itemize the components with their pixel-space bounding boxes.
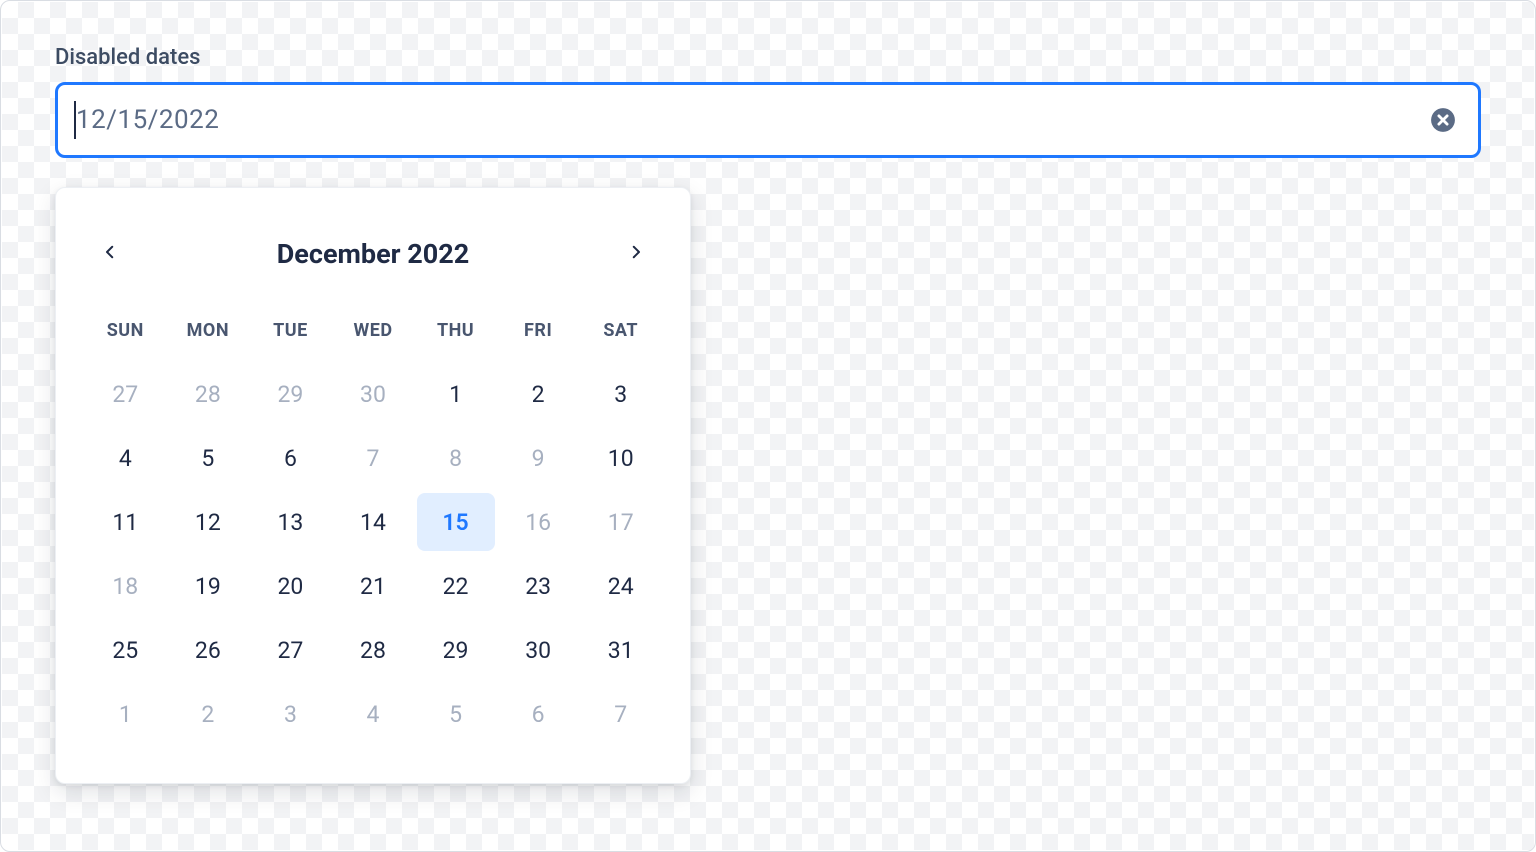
calendar-day[interactable]: 15	[417, 493, 495, 551]
calendar-day[interactable]: 4	[334, 685, 412, 743]
calendar-dow: MON	[167, 308, 250, 359]
calendar-dow: WED	[332, 308, 415, 359]
calendar-day[interactable]: 14	[334, 493, 412, 551]
calendar-day[interactable]: 10	[582, 429, 660, 487]
calendar-day[interactable]: 3	[582, 365, 660, 423]
calendar-day[interactable]: 5	[169, 429, 247, 487]
field-label: Disabled dates	[55, 45, 1481, 70]
calendar-day[interactable]: 30	[499, 621, 577, 679]
calendar-day[interactable]: 29	[251, 365, 329, 423]
calendar-day[interactable]: 11	[86, 493, 164, 551]
calendar-day[interactable]: 5	[417, 685, 495, 743]
calendar-day[interactable]: 6	[251, 429, 329, 487]
calendar-day[interactable]: 30	[334, 365, 412, 423]
calendar-dow: FRI	[497, 308, 580, 359]
calendar-day[interactable]: 24	[582, 557, 660, 615]
calendar-day[interactable]: 13	[251, 493, 329, 551]
calendar-day[interactable]: 27	[86, 365, 164, 423]
example-frame: Disabled dates 12/15/2022 December	[0, 0, 1536, 852]
calendar-day[interactable]: 23	[499, 557, 577, 615]
calendar-title: December 2022	[277, 238, 470, 270]
calendar-dow: THU	[414, 308, 497, 359]
calendar-day[interactable]: 26	[169, 621, 247, 679]
calendar-day: 17	[582, 493, 660, 551]
calendar-day[interactable]: 25	[86, 621, 164, 679]
calendar-day[interactable]: 1	[86, 685, 164, 743]
calendar-day[interactable]: 21	[334, 557, 412, 615]
close-circle-icon	[1430, 107, 1456, 133]
calendar-day[interactable]: 31	[582, 621, 660, 679]
calendar-day: 9	[499, 429, 577, 487]
calendar-day[interactable]: 2	[499, 365, 577, 423]
calendar-day[interactable]: 3	[251, 685, 329, 743]
next-month-button[interactable]	[616, 234, 656, 274]
date-input-value: 12/15/2022	[76, 105, 219, 135]
calendar-dow: SUN	[84, 308, 167, 359]
calendar-day[interactable]: 28	[334, 621, 412, 679]
calendar-dow: TUE	[249, 308, 332, 359]
calendar-day[interactable]: 27	[251, 621, 329, 679]
text-caret	[74, 101, 76, 139]
calendar-day[interactable]: 1	[417, 365, 495, 423]
calendar-grid: SUNMONTUEWEDTHUFRISAT2728293012345678910…	[84, 308, 662, 743]
calendar-day[interactable]: 12	[169, 493, 247, 551]
calendar-day[interactable]: 2	[169, 685, 247, 743]
calendar-header: December 2022	[84, 214, 662, 298]
chevron-left-icon	[101, 243, 119, 265]
calendar-day[interactable]: 7	[582, 685, 660, 743]
calendar-day[interactable]: 22	[417, 557, 495, 615]
prev-month-button[interactable]	[90, 234, 130, 274]
calendar-day[interactable]: 29	[417, 621, 495, 679]
date-input[interactable]: 12/15/2022	[55, 82, 1481, 158]
calendar-day[interactable]: 28	[169, 365, 247, 423]
calendar-day: 8	[417, 429, 495, 487]
clear-button[interactable]	[1430, 107, 1456, 133]
calendar-dow: SAT	[579, 308, 662, 359]
calendar-day[interactable]: 4	[86, 429, 164, 487]
calendar-popover: December 2022 SUNMONTUEWEDTHUFRISAT27282…	[55, 187, 691, 784]
calendar-day[interactable]: 19	[169, 557, 247, 615]
calendar-day: 7	[334, 429, 412, 487]
chevron-right-icon	[627, 243, 645, 265]
calendar-day[interactable]: 20	[251, 557, 329, 615]
calendar-day: 18	[86, 557, 164, 615]
calendar-day: 16	[499, 493, 577, 551]
date-field: Disabled dates 12/15/2022	[55, 45, 1481, 158]
calendar-day[interactable]: 6	[499, 685, 577, 743]
